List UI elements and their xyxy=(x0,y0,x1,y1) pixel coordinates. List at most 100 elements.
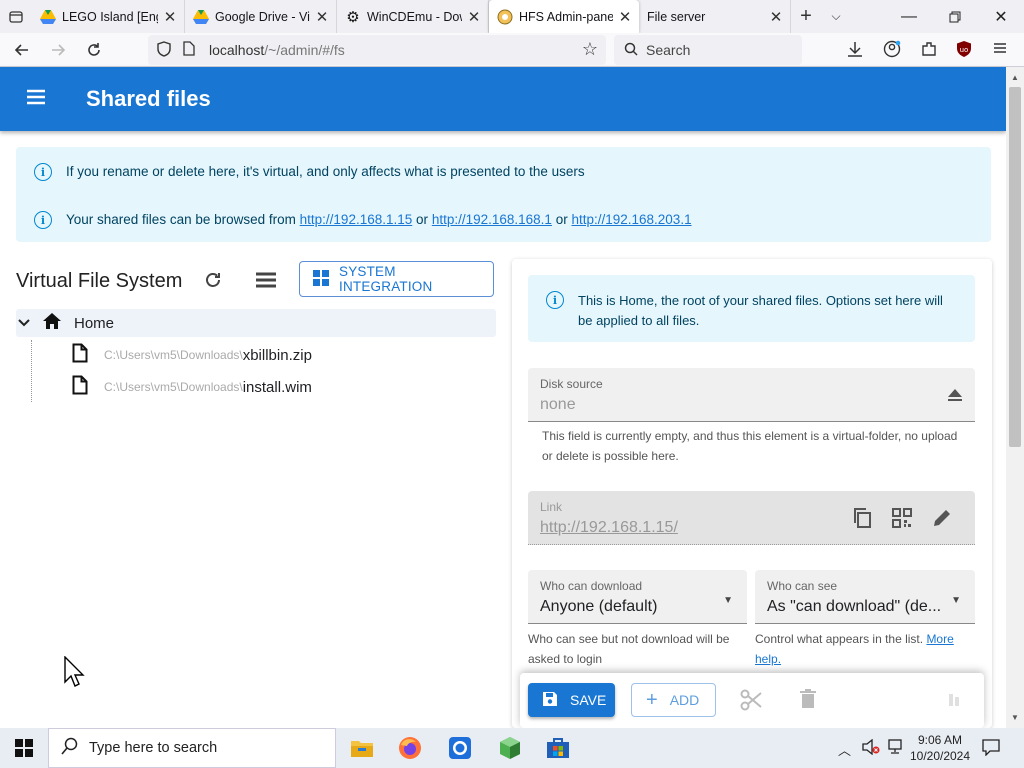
link-value[interactable]: http://192.168.1.15/ xyxy=(540,519,678,537)
page-icon[interactable] xyxy=(183,41,199,59)
search-bar[interactable]: Search xyxy=(614,35,802,65)
rename-icon[interactable] xyxy=(946,691,962,714)
scroll-up-icon[interactable]: ▲ xyxy=(1011,73,1019,82)
info-alert: i If you rename or delete here, it's vir… xyxy=(16,147,991,242)
app-bar: Shared files xyxy=(0,67,1006,131)
hamburger-menu-icon[interactable] xyxy=(992,40,1008,61)
delete-trash-icon[interactable] xyxy=(800,689,816,714)
close-tab-icon[interactable]: ✕ xyxy=(162,8,178,26)
restore-icon[interactable] xyxy=(932,0,978,33)
tree-item-home[interactable]: Home xyxy=(16,309,496,337)
new-tab-icon[interactable]: + xyxy=(791,5,821,28)
url-path: /~/admin/#/fs xyxy=(264,42,345,58)
tree-guide-line xyxy=(31,340,32,402)
link-label: Link xyxy=(540,500,563,514)
disk-source-value: none xyxy=(540,396,576,413)
close-tab-icon[interactable]: ✕ xyxy=(768,8,784,26)
taskbar-clock[interactable]: 9:06 AM 10/20/2024 xyxy=(908,732,972,764)
close-tab-icon[interactable]: ✕ xyxy=(314,8,330,26)
taskbar-search-box[interactable]: Type here to search xyxy=(48,728,336,768)
tree-item-file[interactable]: C:\Users\vm5\Downloads\ xbillbin.zip xyxy=(72,343,312,367)
show-hidden-icons-chevron-icon[interactable]: ︿ xyxy=(838,740,851,759)
clock-date: 10/20/2024 xyxy=(909,749,971,763)
tab-wincdemu[interactable]: ⚙ WinCDEmu - Dow ✕ xyxy=(337,0,489,33)
download-icon[interactable] xyxy=(846,40,864,63)
edit-pencil-icon[interactable] xyxy=(932,508,952,533)
qr-code-icon[interactable] xyxy=(892,508,912,533)
tab-hfs-admin[interactable]: HFS Admin-panel ✕ xyxy=(489,0,639,33)
details-panel: i This is Home, the root of your shared … xyxy=(512,259,992,728)
close-tab-icon[interactable]: ✕ xyxy=(466,8,482,26)
chevron-down-icon[interactable] xyxy=(18,314,32,332)
page-title: Shared files xyxy=(86,86,211,111)
windows-start-icon xyxy=(15,739,33,757)
google-drive-icon xyxy=(193,9,209,25)
chrome-icon[interactable] xyxy=(436,728,484,768)
who-can-download-select[interactable]: Who can download Anyone (default) ▼ xyxy=(528,570,747,624)
page-scrollbar[interactable]: ▲ ▼ xyxy=(1006,67,1024,728)
floppy-disk-icon xyxy=(542,691,558,710)
tab-title: File server xyxy=(647,9,706,24)
alert-urls-text: Your shared files can be browsed from ht… xyxy=(66,212,692,227)
home-info-text: This is Home, the root of your shared fi… xyxy=(578,293,943,328)
network-icon[interactable] xyxy=(886,739,904,760)
eject-icon[interactable] xyxy=(947,388,963,407)
vfs-title: Virtual File System xyxy=(16,270,183,292)
chevron-down-icon[interactable]: ⌵ xyxy=(821,9,851,24)
save-button[interactable]: SAVE xyxy=(528,683,615,717)
file-explorer-icon[interactable] xyxy=(338,728,386,768)
disk-source-help: This field is currently empty, and thus … xyxy=(542,429,958,463)
cut-scissors-icon[interactable] xyxy=(740,689,762,716)
close-window-icon[interactable]: ✕ xyxy=(978,0,1024,33)
address-bar[interactable]: localhost/~/admin/#/fs ☆ xyxy=(148,35,606,65)
system-integration-button[interactable]: SYSTEM INTEGRATION xyxy=(299,261,494,297)
menu-icon[interactable] xyxy=(26,89,46,110)
ublock-shield-icon[interactable]: uo xyxy=(955,40,973,63)
back-arrow-icon[interactable] xyxy=(4,33,40,67)
windows-logo-icon xyxy=(313,269,329,289)
forward-arrow-icon[interactable] xyxy=(40,33,76,67)
shield-icon[interactable] xyxy=(157,40,173,60)
tab-title: LEGO Island [Engli xyxy=(62,9,158,24)
url-link-1[interactable]: http://192.168.1.15 xyxy=(300,212,413,227)
action-bar: SAVE + ADD xyxy=(520,673,984,728)
account-icon[interactable] xyxy=(883,40,901,63)
dropdown-arrow-icon[interactable]: ▼ xyxy=(723,595,733,606)
url-link-3[interactable]: http://192.168.203.1 xyxy=(571,212,691,227)
firefox-icon[interactable] xyxy=(386,728,434,768)
close-tab-icon[interactable]: ✕ xyxy=(617,8,633,26)
add-button[interactable]: + ADD xyxy=(631,683,716,717)
tab-google-drive[interactable]: Google Drive - Vir ✕ xyxy=(185,0,337,33)
info-icon: i xyxy=(34,211,52,229)
svg-text:uo: uo xyxy=(960,46,969,54)
dropdown-arrow-icon[interactable]: ▼ xyxy=(951,595,961,606)
microsoft-store-icon[interactable] xyxy=(534,728,582,768)
tab-file-server[interactable]: File server ✕ xyxy=(639,0,791,33)
file-name: xbillbin.zip xyxy=(242,346,312,364)
start-button[interactable] xyxy=(0,728,48,768)
notification-center-icon[interactable] xyxy=(982,738,1000,761)
url-link-2[interactable]: http://192.168.168.1 xyxy=(432,212,552,227)
tab-list-button[interactable] xyxy=(0,0,32,33)
file-icon xyxy=(72,375,88,399)
link-field: Link http://192.168.1.15/ xyxy=(528,491,975,545)
scroll-down-icon[interactable]: ▼ xyxy=(1011,713,1019,722)
extensions-icon[interactable] xyxy=(920,40,938,63)
who-can-see-select[interactable]: Who can see As "can download" (de... ▼ xyxy=(755,570,975,624)
list-view-icon[interactable] xyxy=(256,271,276,294)
tree-item-label: Home xyxy=(74,314,115,332)
tree-item-file[interactable]: C:\Users\vm5\Downloads\ install.wim xyxy=(72,375,312,399)
refresh-icon[interactable] xyxy=(203,270,223,295)
info-icon: i xyxy=(34,163,52,181)
disk-source-field[interactable]: Disk source none xyxy=(528,368,975,422)
scrollbar-thumb[interactable] xyxy=(1009,87,1021,447)
minimize-icon[interactable]: — xyxy=(886,0,932,33)
tab-lego-island[interactable]: LEGO Island [Engli ✕ xyxy=(32,0,185,33)
green-cube-app-icon[interactable] xyxy=(486,728,534,768)
info-icon: i xyxy=(546,291,564,309)
speaker-muted-icon[interactable] xyxy=(862,738,880,760)
reload-icon[interactable] xyxy=(76,33,112,67)
tab-title: HFS Admin-panel xyxy=(519,9,613,24)
bookmark-star-icon[interactable]: ☆ xyxy=(582,39,598,60)
copy-icon[interactable] xyxy=(852,507,872,534)
